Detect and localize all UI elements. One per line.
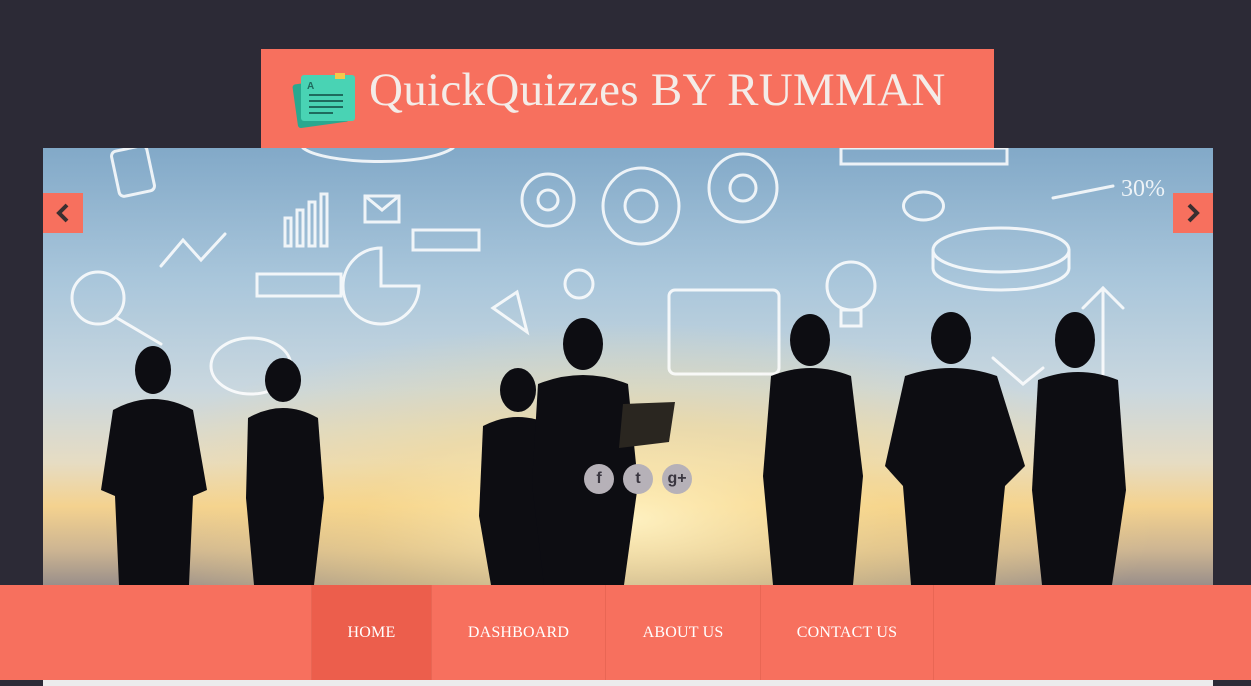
hero-image: 30% bbox=[43, 148, 1213, 585]
nav-item-home[interactable]: HOME bbox=[311, 585, 431, 680]
nav-divider bbox=[933, 585, 934, 680]
site-header: A QuickQuizzes BY RUMMAN bbox=[261, 49, 994, 148]
hero-slider: 30% bbox=[43, 148, 1213, 585]
nav-item-dashboard[interactable]: DASHBOARD bbox=[431, 585, 605, 680]
facebook-glyph: f bbox=[596, 470, 602, 487]
nav-item-contact-us[interactable]: CONTACT US bbox=[760, 585, 933, 680]
nav-item-about-us[interactable]: ABOUT US bbox=[605, 585, 760, 680]
google-plus-icon[interactable]: g+ bbox=[662, 464, 692, 494]
google-plus-glyph: g+ bbox=[667, 470, 687, 487]
slider-next-button[interactable] bbox=[1173, 193, 1213, 233]
chevron-left-icon bbox=[56, 203, 69, 223]
svg-text:30%: 30% bbox=[1121, 176, 1165, 202]
twitter-icon[interactable]: t bbox=[623, 464, 653, 494]
main-nav: HOME DASHBOARD ABOUT US CONTACT US bbox=[0, 585, 1251, 680]
site-title[interactable]: QuickQuizzes BY RUMMAN bbox=[369, 63, 946, 117]
quiz-notes-icon: A bbox=[292, 73, 355, 129]
slider-prev-button[interactable] bbox=[43, 193, 83, 233]
svg-text:A: A bbox=[307, 81, 314, 92]
page-content-edge bbox=[0, 680, 1251, 686]
twitter-glyph: t bbox=[635, 470, 641, 487]
chevron-right-icon bbox=[1187, 203, 1200, 223]
facebook-icon[interactable]: f bbox=[584, 464, 614, 494]
